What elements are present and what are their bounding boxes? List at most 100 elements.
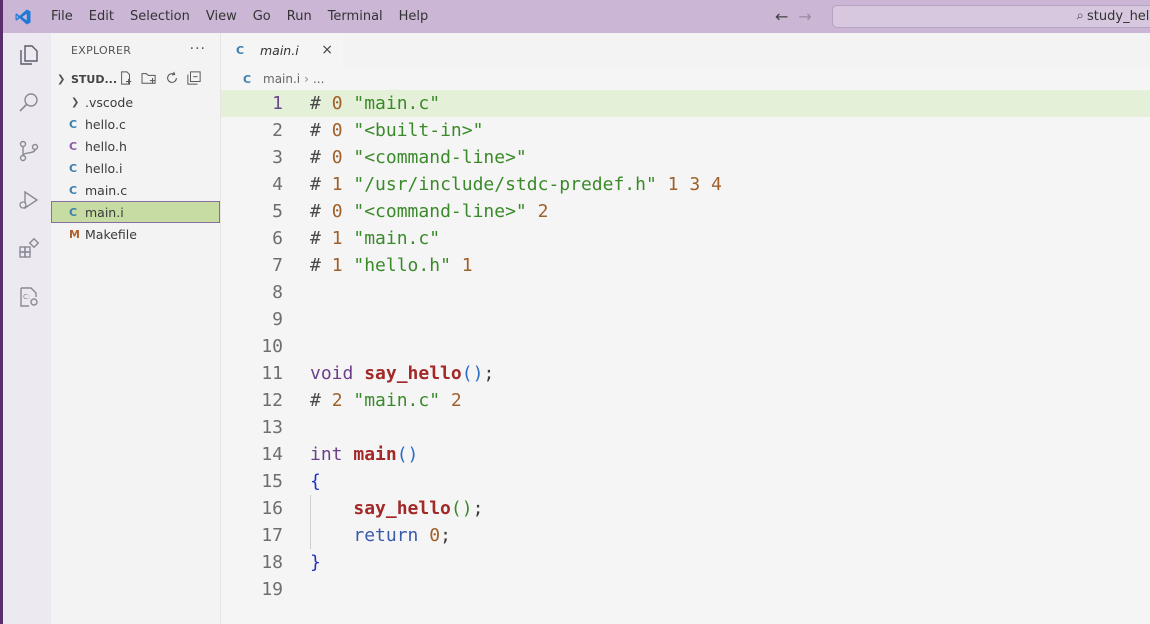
search-label: study_hello [1087,9,1150,24]
command-center-search[interactable]: study_hello [832,5,1150,28]
file-tree: ❯ .vscode Chello.c Chello.h Chello.i Cmain.c C… [51,91,220,245]
source-control-icon[interactable] [17,139,41,163]
code-line: 16 say_hello(); [221,495,1150,522]
file-item-hello-i[interactable]: Chello.i [51,157,220,179]
close-icon[interactable]: × [321,42,333,58]
code-token: () [450,498,473,519]
run-debug-icon[interactable] [17,188,41,212]
menu-help[interactable]: Help [391,0,437,33]
c-file-icon: C [243,72,252,86]
code-line: 9 [221,306,1150,333]
code-token: # [310,201,332,222]
code-text: return 0; [310,522,451,549]
code-text: # 0 "<command-line>" [310,144,527,171]
explorer-icon[interactable] [17,43,41,67]
svg-text:C:: C: [23,293,30,301]
menu-file[interactable]: File [43,0,81,33]
code-token: 1 [461,255,473,276]
explorer-header: EXPLORER ··· [51,33,220,67]
collapse-all-icon[interactable] [187,71,201,85]
code-token: "main.c" [353,228,441,249]
code-token: # [310,255,332,276]
code-line: 8 [221,279,1150,306]
code-token: "hello.h" [353,255,451,276]
c-file-icon: C [69,161,78,175]
line-number: 15 [261,471,283,492]
code-text: # 0 "<command-line>" 2 [310,198,548,225]
file-item-hello-h[interactable]: Chello.h [51,135,220,157]
code-token: main [353,444,397,465]
code-token: # [310,174,332,195]
code-token: 0 [331,201,343,222]
workspace-folder[interactable]: ❯ STUD... [51,67,220,91]
line-number: 11 [261,363,283,384]
code-token: void [310,363,354,384]
new-folder-icon[interactable] [141,71,157,85]
breadcrumb-symbols[interactable]: ... [313,72,324,86]
code-line: 14 int main() [221,441,1150,468]
search-icon [1076,13,1083,20]
code-token: "<built-in>" [353,120,484,141]
extensions-icon[interactable] [17,237,41,261]
back-arrow-icon[interactable]: ← [775,7,788,26]
new-file-icon[interactable] [119,71,133,85]
file-item-hello-c[interactable]: Chello.c [51,113,220,135]
line-number: 18 [261,552,283,573]
code-token: "<command-line>" [353,147,527,168]
line-number: 3 [272,147,283,168]
code-token: () [461,363,484,384]
cmake-tools-icon[interactable]: C: [17,285,41,309]
more-actions-icon[interactable]: ··· [190,41,206,57]
file-item-main-c[interactable]: Cmain.c [51,179,220,201]
code-text: } [310,549,321,576]
file-label: .vscode [85,94,134,110]
line-number: 19 [261,579,283,600]
file-item-vscode[interactable]: ❯ .vscode [51,91,220,113]
search-view-icon[interactable] [17,91,41,115]
title-bar: File Edit Selection View Go Run Terminal Help ←… [0,0,1150,33]
line-number: 12 [261,390,283,411]
line-number: 4 [272,174,283,195]
tab-label: main.i [260,43,299,58]
code-token: 2 [331,390,343,411]
menu-view[interactable]: View [198,0,245,33]
menu-selection[interactable]: Selection [122,0,198,33]
code-line: 3 # 0 "<command-line>" [221,144,1150,171]
code-token: return [353,525,419,546]
refresh-icon[interactable] [165,71,179,85]
breadcrumb-file[interactable]: main.i [263,72,300,86]
code-editor[interactable]: 1 # 0 "main.c" 2 # 0 "<built-in>" 3 # 0 "<com… [221,90,1150,603]
menu-edit[interactable]: Edit [81,0,122,33]
forward-arrow-icon[interactable]: → [798,7,811,26]
code-token: } [310,552,321,573]
line-number: 14 [261,444,283,465]
code-token: say_hello [364,363,462,384]
code-text: # 0 "main.c" [310,90,440,117]
code-token: 2 [450,390,462,411]
line-number: 1 [272,93,283,114]
file-item-makefile[interactable]: M Makefile [51,223,220,245]
file-label: hello.h [85,138,127,154]
tab-main-i[interactable]: C main.i × [221,33,343,68]
code-token: "main.c" [353,93,441,114]
menu-go[interactable]: Go [245,0,279,33]
menu-bar: File Edit Selection View Go Run Terminal Help [43,0,436,33]
code-text: int main() [310,441,418,468]
menu-run[interactable]: Run [279,0,320,33]
file-item-main-i[interactable]: Cmain.i [51,201,220,223]
code-token: () [396,444,419,465]
line-number: 6 [272,228,283,249]
code-line: 10 [221,333,1150,360]
code-token: ; [483,363,495,384]
chevron-right-icon: › [304,72,309,86]
code-line: 17 return 0; [221,522,1150,549]
code-token: "/usr/include/stdc-predef.h" [353,174,657,195]
menu-terminal[interactable]: Terminal [320,0,391,33]
